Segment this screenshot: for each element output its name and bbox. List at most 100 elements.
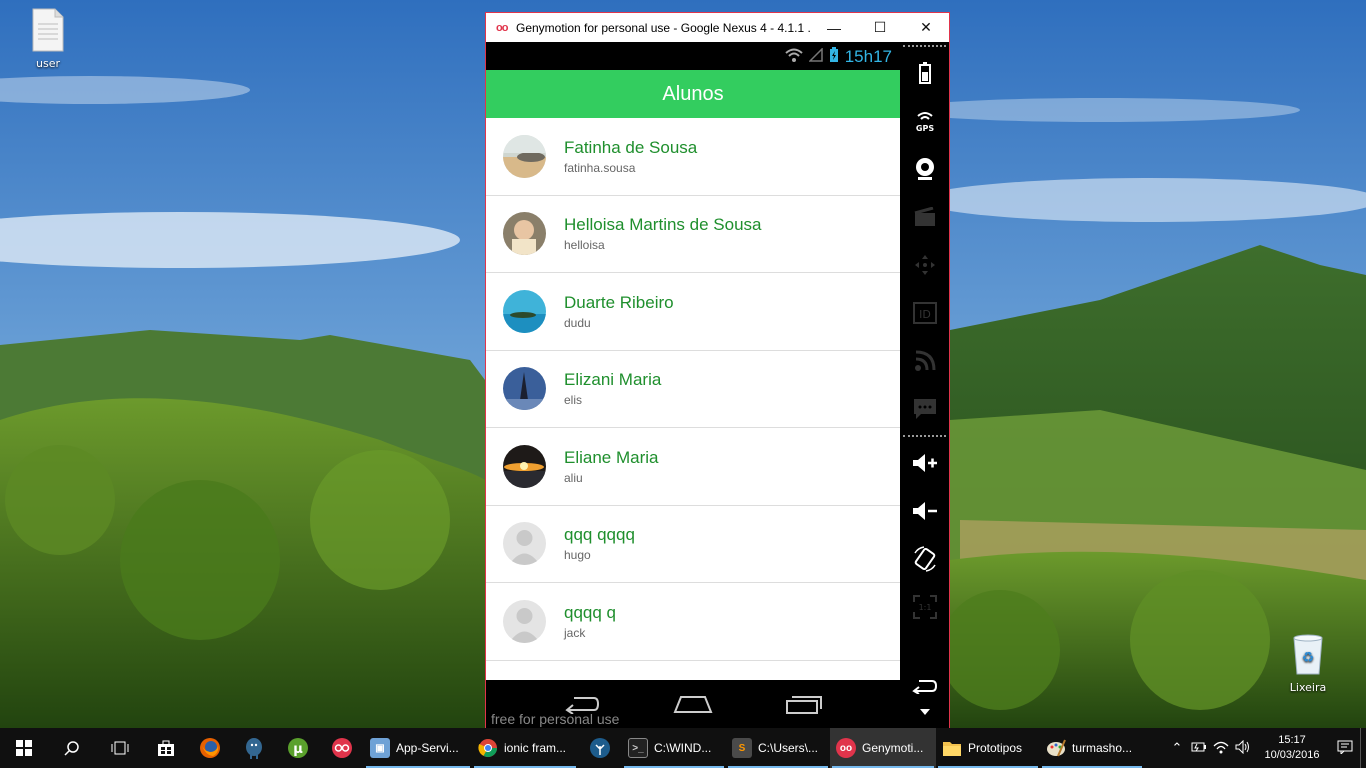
sourcetree-button[interactable] (578, 728, 622, 768)
close-button[interactable]: ✕ (903, 13, 949, 42)
list-item[interactable]: Elizani Maria elis (486, 351, 900, 428)
svg-text:µ: µ (293, 742, 303, 757)
recycle-bin-icon: ♻ (1293, 634, 1323, 675)
desktop-recycle-bin[interactable]: ♻ Lixeira (1273, 632, 1343, 694)
gps-button[interactable]: GPS (900, 97, 949, 145)
webcam-icon (915, 158, 934, 180)
taskbar-app-label: Genymoti... (862, 741, 924, 755)
list-item[interactable]: qqqq q jack (486, 583, 900, 661)
taskbar-app-label: C:\Users\... (758, 741, 819, 755)
taskbar-app-cmd[interactable]: >_ C:\WIND... (622, 728, 726, 768)
svg-text:ID: ID (919, 308, 931, 321)
more-button[interactable] (900, 701, 949, 723)
volume-up-button[interactable] (900, 439, 949, 487)
notifications-icon[interactable] (1330, 740, 1360, 757)
task-view-button[interactable] (96, 728, 144, 768)
list-item[interactable]: Helloisa Martins de Sousa helloisa (486, 196, 900, 273)
postgres-button[interactable] (232, 728, 276, 768)
list-item[interactable]: Duarte Ribeiro dudu (486, 273, 900, 351)
tray-expand-chevron-icon[interactable]: ⌃ (1166, 740, 1188, 756)
sms-button[interactable] (900, 385, 949, 433)
webcam-button[interactable] (900, 145, 949, 193)
store-button[interactable] (144, 728, 188, 768)
rotate-icon (913, 546, 936, 572)
store-icon (158, 740, 174, 756)
volume-icon[interactable] (1232, 739, 1254, 757)
baby-photo-avatar (503, 212, 546, 256)
taskbar-app-sublime[interactable]: S C:\Users\... (726, 728, 830, 768)
pixel-perfect-button[interactable]: 1:1 (900, 583, 949, 631)
search-button[interactable] (48, 728, 96, 768)
sourcetree-icon (590, 738, 610, 758)
start-button[interactable] (0, 728, 48, 768)
maximize-button[interactable]: ☐ (857, 13, 903, 42)
window-titlebar[interactable]: oo Genymotion for personal use - Google … (486, 13, 949, 42)
minimize-button[interactable]: — (811, 13, 857, 42)
recent-apps-icon (786, 695, 823, 714)
volume-up-icon (912, 454, 937, 472)
cube-icon: ▣ (370, 738, 390, 758)
toolbar-divider (903, 435, 946, 437)
back-button[interactable] (900, 671, 949, 701)
student-username: aliu (564, 470, 583, 485)
genymotion-icon: oo (836, 738, 856, 758)
chrome-icon (478, 738, 498, 758)
show-desktop-button[interactable] (1360, 728, 1366, 768)
desktop-file-user[interactable]: user (13, 8, 83, 70)
svg-text:GPS: GPS (915, 124, 933, 132)
file-icon (32, 8, 64, 52)
back-icon (911, 680, 937, 694)
sublime-text-icon: S (732, 738, 752, 758)
power-icon[interactable] (1188, 740, 1210, 757)
default-person-avatar (503, 599, 546, 643)
student-name: Eliane Maria (564, 447, 659, 467)
taskbar-app-genymotion[interactable]: oo Genymoti... (830, 728, 936, 768)
taskbar-app-paint[interactable]: turmasho... (1040, 728, 1144, 768)
taskbar-app-virtualbox[interactable]: ▣ App-Servi... (364, 728, 472, 768)
rss-button[interactable] (900, 337, 949, 385)
genymotion-logo-icon: oo (496, 21, 508, 34)
utorrent-button[interactable]: µ (276, 728, 320, 768)
firefox-button[interactable] (188, 728, 232, 768)
volume-down-button[interactable] (900, 487, 949, 535)
taskbar-clock[interactable]: 15:17 10/03/2016 (1254, 733, 1330, 763)
sms-icon (913, 399, 936, 419)
sunset-photo-avatar (503, 444, 546, 488)
battery-button[interactable] (900, 49, 949, 97)
taskbar-app-explorer[interactable]: Prototipos (936, 728, 1040, 768)
svg-text:♻: ♻ (1302, 650, 1315, 666)
wifi-icon (785, 48, 803, 65)
beach-photo-avatar (503, 134, 546, 178)
list-item[interactable]: Eliane Maria aliu (486, 428, 900, 506)
id-icon: ID (912, 302, 937, 324)
status-time: 15h17 (844, 46, 892, 66)
genymotion-window: oo Genymotion for personal use - Google … (485, 12, 950, 732)
wifi-icon[interactable] (1210, 740, 1232, 757)
student-name: Elizani Maria (564, 370, 662, 390)
screencast-button[interactable] (900, 193, 949, 241)
student-username: jack (564, 625, 586, 640)
battery-icon (918, 62, 931, 84)
dpad-button[interactable] (900, 241, 949, 289)
student-username: helloisa (564, 238, 605, 253)
device-id-button[interactable]: ID (900, 289, 949, 337)
genymotion-toolbar: GPS ID 1:1 (900, 43, 949, 731)
genymotion-icon (332, 738, 352, 758)
student-list: Fatinha de Sousa fatinha.sousa Helloisa … (486, 118, 900, 680)
list-item[interactable]: Fatinha de Sousa fatinha.sousa (486, 118, 900, 196)
screencast-icon (914, 207, 935, 226)
task-view-icon (111, 741, 129, 755)
nav-recents-button[interactable] (779, 694, 829, 718)
utorrent-icon: µ (288, 738, 308, 758)
paint-palette-icon (1046, 738, 1066, 758)
nav-home-button[interactable] (668, 695, 718, 717)
genymotion-pinned-button[interactable] (320, 728, 364, 768)
taskbar-app-chrome[interactable]: ionic fram... (472, 728, 578, 768)
search-icon (64, 741, 79, 756)
student-username: hugo (564, 548, 591, 563)
rotate-button[interactable] (900, 535, 949, 583)
window-title: Genymotion for personal use - Google Nex… (516, 20, 811, 35)
list-item[interactable]: qqq qqqq hugo (486, 506, 900, 583)
android-screen: 15h17 Alunos Fatinha de Sousa fatinha.so… (486, 43, 900, 731)
